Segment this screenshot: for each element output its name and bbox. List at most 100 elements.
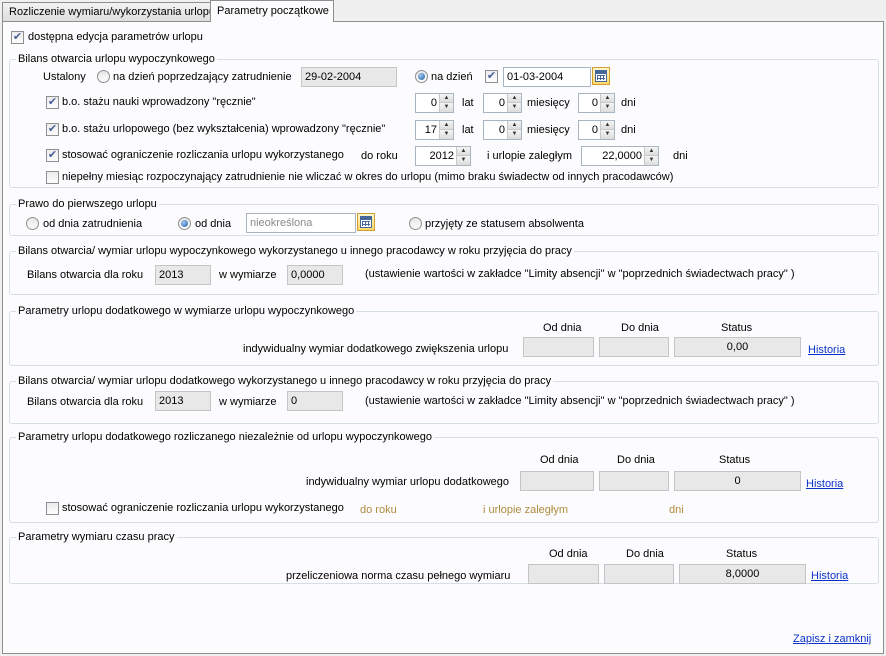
czas-od-field [528,564,599,584]
urlopowy-miesiecy-stepper[interactable]: 0 ▲ ▼ [483,120,522,140]
do-dnia-header: Do dnia [621,322,659,334]
od-dnia-date-input[interactable]: nieokreślona [246,213,356,233]
up-arrow-icon[interactable]: ▲ [440,121,453,130]
tab-parametry-poczatkowe[interactable]: Parametry początkowe [210,0,334,22]
up-arrow-icon[interactable]: ▲ [508,121,521,130]
czas-status-field: 8,0000 [679,564,806,584]
save-and-close-link[interactable]: Zapisz i zamknij [793,632,871,646]
stepper-buttons: ▲ ▼ [600,121,614,139]
radio-od-zatrudnienia[interactable] [26,217,39,230]
do-roku-value: 2012 [429,150,454,162]
radio-absolwent[interactable] [409,217,422,230]
radio-on-day-label: na dzień [431,71,473,83]
niezaleznie-ograniczenie-checkbox[interactable] [46,502,59,515]
ograniczenie-checkbox[interactable]: ✔ [46,149,59,162]
dni-label: dni [621,97,636,109]
niezaleznie-row-label: indywidualny wymiar urlopu dodatkowego [306,476,510,488]
radio-prev-day-label: na dzień poprzedzający zatrudnienie [113,71,292,83]
bilans-wymiar-value-field: 0,0000 [287,265,343,285]
status-header: Status [726,548,758,560]
historia-link[interactable]: Historia [811,569,848,583]
stepper-buttons: ▲ ▼ [439,94,453,112]
dodatkowy-status-field: 0,00 [674,337,801,357]
lat-label: lat [462,97,474,109]
niezaleznie-status-field: 0 [674,471,801,491]
historia-link[interactable]: Historia [808,343,845,357]
niezaleznie-do-roku-label: do roku [360,504,397,516]
stepper-buttons: ▲ ▼ [600,94,614,112]
czas-row-label: przeliczeniowa norma czasu pełnego wymia… [286,570,511,582]
tab-rozliczenie[interactable]: Rozliczenie wymiaru/wykorzystania urlopu [2,2,215,21]
urlopowy-label: b.o. stażu urlopowego (bez wykształcenia… [62,123,386,135]
nauka-label: b.o. stażu nauki wprowadzony "ręcznie" [62,96,256,108]
editable-checkbox[interactable]: ✔ [11,31,24,44]
miesiecy-label: miesięcy [527,124,570,136]
calendar-button[interactable] [592,67,610,85]
do-dnia-header: Do dnia [626,548,664,560]
on-day-date-input[interactable]: 01-03-2004 [503,67,591,87]
do-dnia-header: Do dnia [617,454,655,466]
up-arrow-icon[interactable]: ▲ [440,94,453,103]
dodatkowy-row-label: indywidualny wymiar dodatkowego zwiększe… [243,343,509,355]
group-bilans-dodatkowy-legend: Bilans otwarcia/ wymiar urlopu dodatkowe… [16,374,554,388]
w-wymiarze-label: w wymiarze [219,396,277,408]
up-arrow-icon[interactable]: ▲ [645,147,658,156]
bilans-wymiar-note: (ustawienie wartości w zakładce "Limity … [365,268,795,280]
nauka-dni-stepper[interactable]: 0 ▲ ▼ [578,93,615,113]
radio-od-dnia[interactable] [178,217,191,230]
down-arrow-icon[interactable]: ▼ [601,130,614,139]
down-arrow-icon[interactable]: ▼ [508,103,521,112]
urlopowy-lat-value: 17 [424,124,437,136]
nauka-lat-stepper[interactable]: 0 ▲ ▼ [415,93,454,113]
tab-bar: Rozliczenie wymiaru/wykorzystania urlopu… [0,0,886,22]
nauka-miesiecy-stepper[interactable]: 0 ▲ ▼ [483,93,522,113]
down-arrow-icon[interactable]: ▼ [440,130,453,139]
group-prawo-legend: Prawo do pierwszego urlopu [16,197,159,211]
up-arrow-icon[interactable]: ▲ [508,94,521,103]
up-arrow-icon[interactable]: ▲ [601,94,614,103]
radio-absolwent-label: przyjęty ze statusem absolwenta [425,218,584,230]
group-czas-pracy-legend: Parametry wymiaru czasu pracy [16,530,177,544]
radio-prev-day[interactable] [97,70,110,83]
down-arrow-icon[interactable]: ▼ [645,156,658,165]
down-arrow-icon[interactable]: ▼ [508,130,521,139]
status-header: Status [721,322,753,334]
up-arrow-icon[interactable]: ▲ [601,121,614,130]
calendar-button[interactable] [357,213,375,231]
down-arrow-icon[interactable]: ▼ [457,156,470,165]
urlopowy-checkbox[interactable]: ✔ [46,123,59,136]
down-arrow-icon[interactable]: ▼ [440,103,453,112]
nauka-miesiecy-value: 0 [498,97,505,109]
nauka-checkbox[interactable]: ✔ [46,96,59,109]
urlopowy-dni-stepper[interactable]: 0 ▲ ▼ [578,120,615,140]
urlopowy-lat-stepper[interactable]: 17 ▲ ▼ [415,120,454,140]
bilans-dodatkowy-label: Bilans otwarcia dla roku [27,396,144,408]
on-day-checkbox[interactable]: ✔ [485,70,498,83]
niezaleznie-do-field [599,471,669,491]
w-wymiarze-label: w wymiarze [219,269,277,281]
lat-label: lat [462,124,474,136]
urlopowy-miesiecy-value: 0 [498,124,505,136]
zaleglym-stepper[interactable]: 22,0000 ▲ ▼ [581,146,659,166]
status-header: Status [719,454,751,466]
radio-on-day[interactable] [415,70,428,83]
zaleglym-label: i urlopie zaległym [487,150,572,162]
niezaleznie-od-field [520,471,594,491]
calendar-icon [595,70,607,82]
zaleglym-dni-label: dni [673,150,688,162]
miesiecy-label: miesięcy [527,97,570,109]
niepelny-checkbox[interactable] [46,171,59,184]
bilans-dodatkowy-value-field: 0 [287,391,343,411]
ustalony-label: Ustalony [43,71,86,83]
do-roku-stepper[interactable]: 2012 ▲ ▼ [415,146,471,166]
editable-label: dostępna edycja parametrów urlopu [28,31,203,43]
down-arrow-icon[interactable]: ▼ [601,103,614,112]
calendar-icon [360,216,372,228]
nauka-lat-value: 0 [430,97,437,109]
od-dnia-header: Od dnia [543,322,582,334]
prev-day-date-field: 29-02-2004 [301,67,397,87]
historia-link[interactable]: Historia [806,477,843,491]
radio-od-dnia-label: od dnia [195,218,232,230]
ograniczenie-label: stosować ograniczenie rozliczania urlopu… [62,149,344,161]
up-arrow-icon[interactable]: ▲ [457,147,470,156]
